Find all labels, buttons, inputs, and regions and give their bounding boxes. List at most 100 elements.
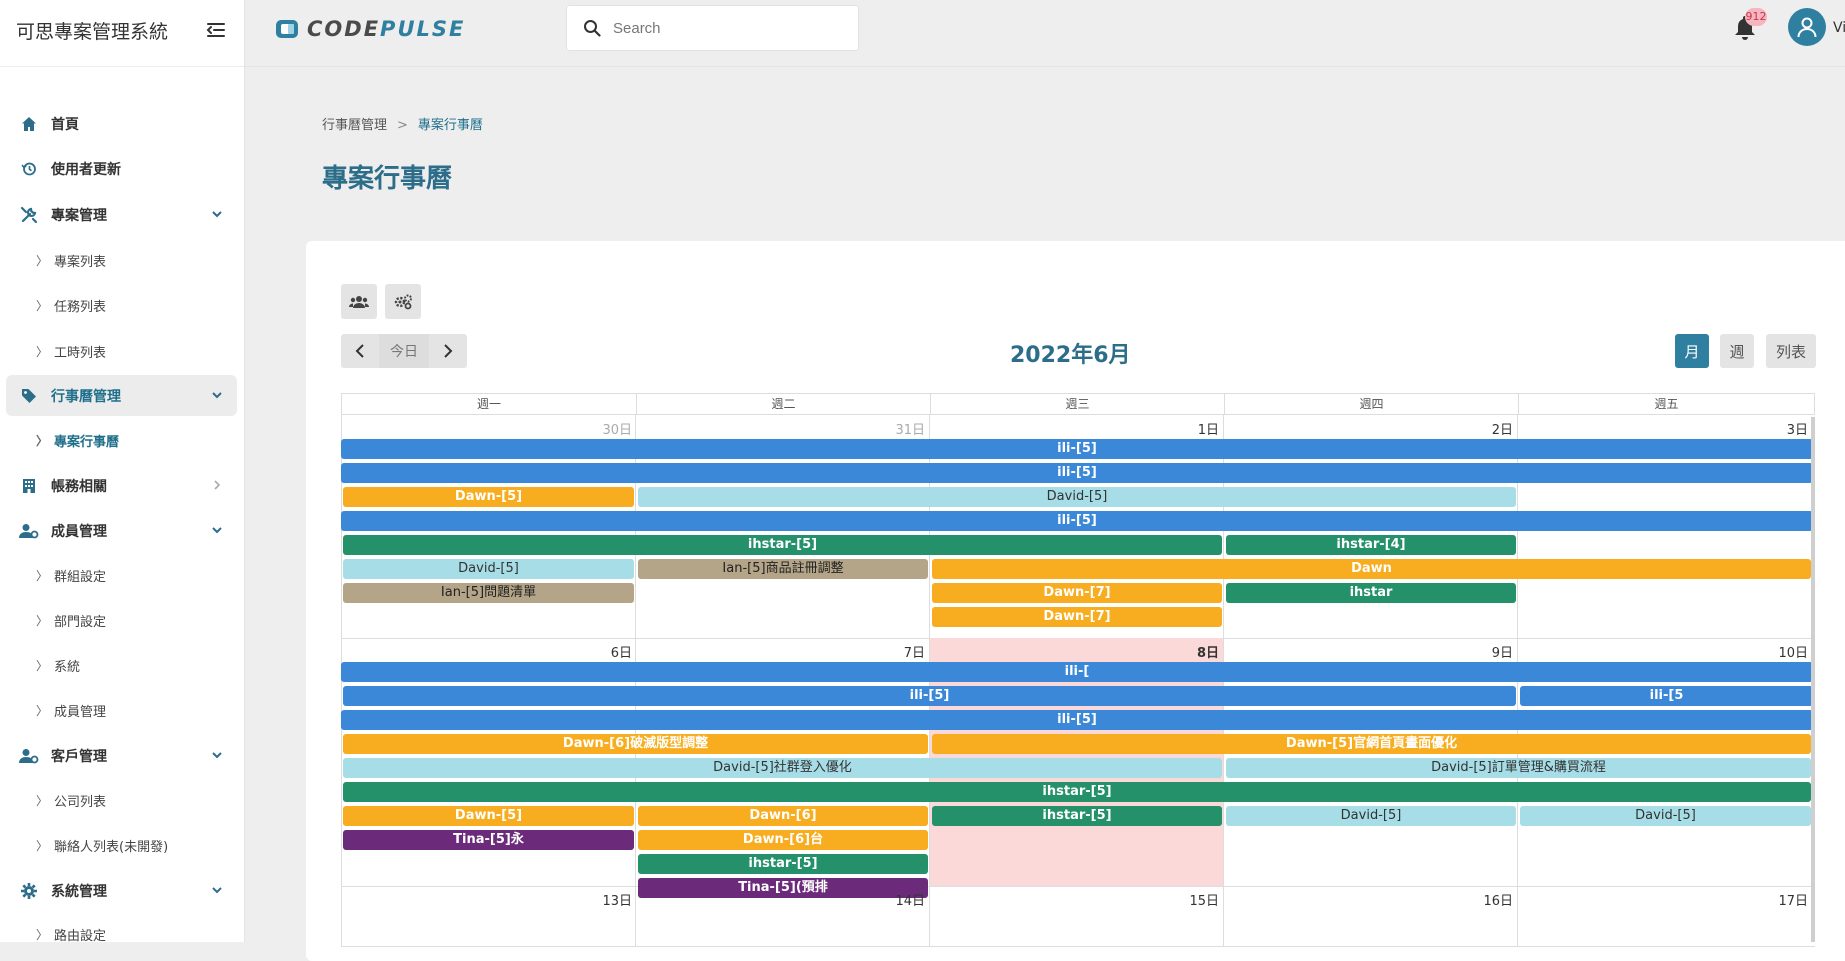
calendar-day-cell[interactable]: 13日	[341, 886, 636, 946]
calendar-day-cell[interactable]: 17日	[1518, 886, 1813, 946]
sidebar-item-label: 行事曆管理	[51, 388, 121, 405]
weekday-header: 週四	[1225, 394, 1519, 414]
calendar-event[interactable]: ihstar-[5]	[343, 782, 1811, 802]
chevron-down-icon	[212, 752, 222, 759]
calendar-event[interactable]: ili-[5]	[341, 511, 1813, 531]
sidebar-subitem-department-settings[interactable]: 〉部門設定	[36, 605, 106, 635]
calendar-event[interactable]: Dawn-[5]	[343, 806, 634, 826]
calendar-nav: 今日	[341, 334, 467, 368]
day-number[interactable]: 3日	[1518, 419, 1808, 438]
calendar-event[interactable]: ihstar-[5]	[343, 535, 1222, 555]
calendar-event[interactable]: Dawn-[6]破滅版型調整	[343, 734, 928, 754]
calendar-event[interactable]: ili-[5]	[341, 710, 1813, 730]
calendar-event[interactable]: Ian-[5]問題清單	[343, 583, 634, 603]
codepulse-logo[interactable]: CODEPULSE	[275, 14, 465, 44]
sidebar-subitem-task-list[interactable]: 〉任務列表	[36, 290, 106, 320]
sidebar-subitem-system[interactable]: 〉系統	[36, 650, 80, 680]
calendar-event[interactable]: ili-[5]	[341, 463, 1813, 483]
list-view-button[interactable]: 列表	[1766, 334, 1816, 368]
calendar-event[interactable]: Dawn-[7]	[932, 607, 1222, 627]
calendar-event[interactable]: David-[5]	[1226, 806, 1516, 826]
today-button[interactable]: 今日	[379, 334, 429, 368]
calendar-event[interactable]: Dawn-[6]	[638, 806, 928, 826]
calendar-event[interactable]: ili-[	[341, 662, 1813, 682]
members-filter-button[interactable]	[341, 284, 377, 319]
collapse-menu-icon[interactable]	[204, 18, 228, 42]
sidebar-item-project-management[interactable]: 專案管理	[6, 194, 237, 235]
search-icon	[584, 20, 601, 37]
calendar-event[interactable]: Ian-[5]商品註冊調整	[638, 559, 928, 579]
sidebar-item-accounting[interactable]: 帳務相關	[6, 465, 237, 506]
calendar-event[interactable]: David-[5]社群登入優化	[343, 758, 1222, 778]
day-number[interactable]: 30日	[342, 419, 632, 438]
breadcrumb-parent[interactable]: 行事曆管理	[322, 118, 387, 133]
calendar-event[interactable]: David-[5]	[638, 487, 1516, 507]
calendar-day-cell[interactable]: 14日	[636, 886, 930, 946]
calendar-event[interactable]: ihstar	[1226, 583, 1516, 603]
sidebar-item-customer-management[interactable]: 客戶管理	[6, 735, 237, 776]
calendar-scrollbar[interactable]	[1811, 417, 1815, 942]
week-view-button[interactable]: 週	[1720, 334, 1754, 368]
day-number[interactable]: 16日	[1224, 890, 1513, 909]
calendar-event[interactable]: Dawn-[5]官網首頁畫面優化	[932, 734, 1811, 754]
search-box[interactable]	[566, 5, 859, 51]
calendar-day-cell[interactable]: 16日	[1224, 886, 1518, 946]
sidebar-item-user-updates[interactable]: 使用者更新	[6, 148, 237, 189]
sidebar-item-label: 成員管理	[51, 523, 107, 540]
calendar-event[interactable]: ihstar-[4]	[1226, 535, 1516, 555]
calendar-event[interactable]: ili-[5]	[343, 686, 1516, 706]
sidebar-subitem-timesheet-list[interactable]: 〉工時列表	[36, 336, 106, 366]
user-name[interactable]: Vi	[1833, 20, 1845, 36]
month-view-button[interactable]: 月	[1675, 334, 1709, 368]
calendar-event[interactable]: David-[5]	[343, 559, 634, 579]
breadcrumb-current: 專案行事曆	[417, 118, 483, 133]
day-number[interactable]: 13日	[342, 890, 632, 909]
calendar-event[interactable]: Dawn-[7]	[932, 583, 1222, 603]
day-number[interactable]: 9日	[1224, 642, 1513, 661]
day-number[interactable]: 14日	[636, 890, 925, 909]
day-number[interactable]: 6日	[342, 642, 632, 661]
calendar-event[interactable]: Dawn-[6]台	[638, 830, 928, 850]
chevron-right-icon: 〉	[36, 298, 49, 313]
calendar-event[interactable]: Tina-[5]永	[343, 830, 634, 850]
next-month-button[interactable]	[429, 334, 467, 368]
sidebar-subitem-project-list[interactable]: 〉專案列表	[36, 245, 106, 275]
calendar-day-cell[interactable]: 15日	[930, 886, 1224, 946]
sidebar-item-calendar-management[interactable]: 行事曆管理	[6, 375, 237, 416]
sidebar-subitem-route-settings[interactable]: 〉路由設定	[36, 919, 106, 943]
calendar-event[interactable]: ili-[5]	[341, 439, 1813, 459]
sidebar-item-label: 客戶管理	[51, 748, 107, 765]
calendar-settings-button[interactable]	[385, 284, 421, 319]
sidebar-item-label: 成員管理	[54, 704, 107, 720]
avatar[interactable]	[1788, 8, 1826, 46]
day-number[interactable]: 15日	[930, 890, 1219, 909]
sidebar-subitem-project-calendar[interactable]: 〉專案行事曆	[36, 425, 119, 455]
day-number[interactable]: 17日	[1518, 890, 1808, 909]
day-number[interactable]: 7日	[636, 642, 925, 661]
weekday-header: 週五	[1654, 397, 1679, 411]
sidebar-subitem-company-list[interactable]: 〉公司列表	[36, 785, 106, 815]
chevron-right-icon	[214, 480, 221, 490]
calendar-event[interactable]: ihstar-[5]	[638, 854, 928, 874]
calendar-event[interactable]: ihstar-[5]	[932, 806, 1222, 826]
day-number[interactable]: 8日	[930, 642, 1219, 661]
sidebar-item-member-management[interactable]: 成員管理	[6, 510, 237, 551]
calendar-event[interactable]: ili-[5	[1520, 686, 1813, 706]
prev-month-button[interactable]	[341, 334, 379, 368]
calendar-event[interactable]: Dawn-[5]	[343, 487, 634, 507]
day-number[interactable]: 1日	[930, 419, 1219, 438]
sidebar-item-label: 系統管理	[51, 883, 107, 900]
calendar-event[interactable]: David-[5]	[1520, 806, 1811, 826]
sidebar-subitem-group-settings[interactable]: 〉群組設定	[36, 560, 106, 590]
search-input[interactable]	[611, 18, 835, 38]
day-number[interactable]: 10日	[1518, 642, 1808, 661]
sidebar-subitem-contact-list[interactable]: 〉聯絡人列表(未開發)	[36, 830, 168, 860]
day-number[interactable]: 31日	[636, 419, 925, 438]
sidebar-subitem-members[interactable]: 〉成員管理	[36, 695, 106, 725]
calendar-event[interactable]: David-[5]訂單管理&購買流程	[1226, 758, 1811, 778]
sidebar-item-system-management[interactable]: 系統管理	[6, 870, 237, 911]
calendar-event[interactable]: Dawn	[932, 559, 1811, 579]
app-title: 可思專案管理系統	[16, 21, 169, 43]
sidebar-item-home[interactable]: 首頁	[6, 103, 237, 144]
day-number[interactable]: 2日	[1224, 419, 1513, 438]
